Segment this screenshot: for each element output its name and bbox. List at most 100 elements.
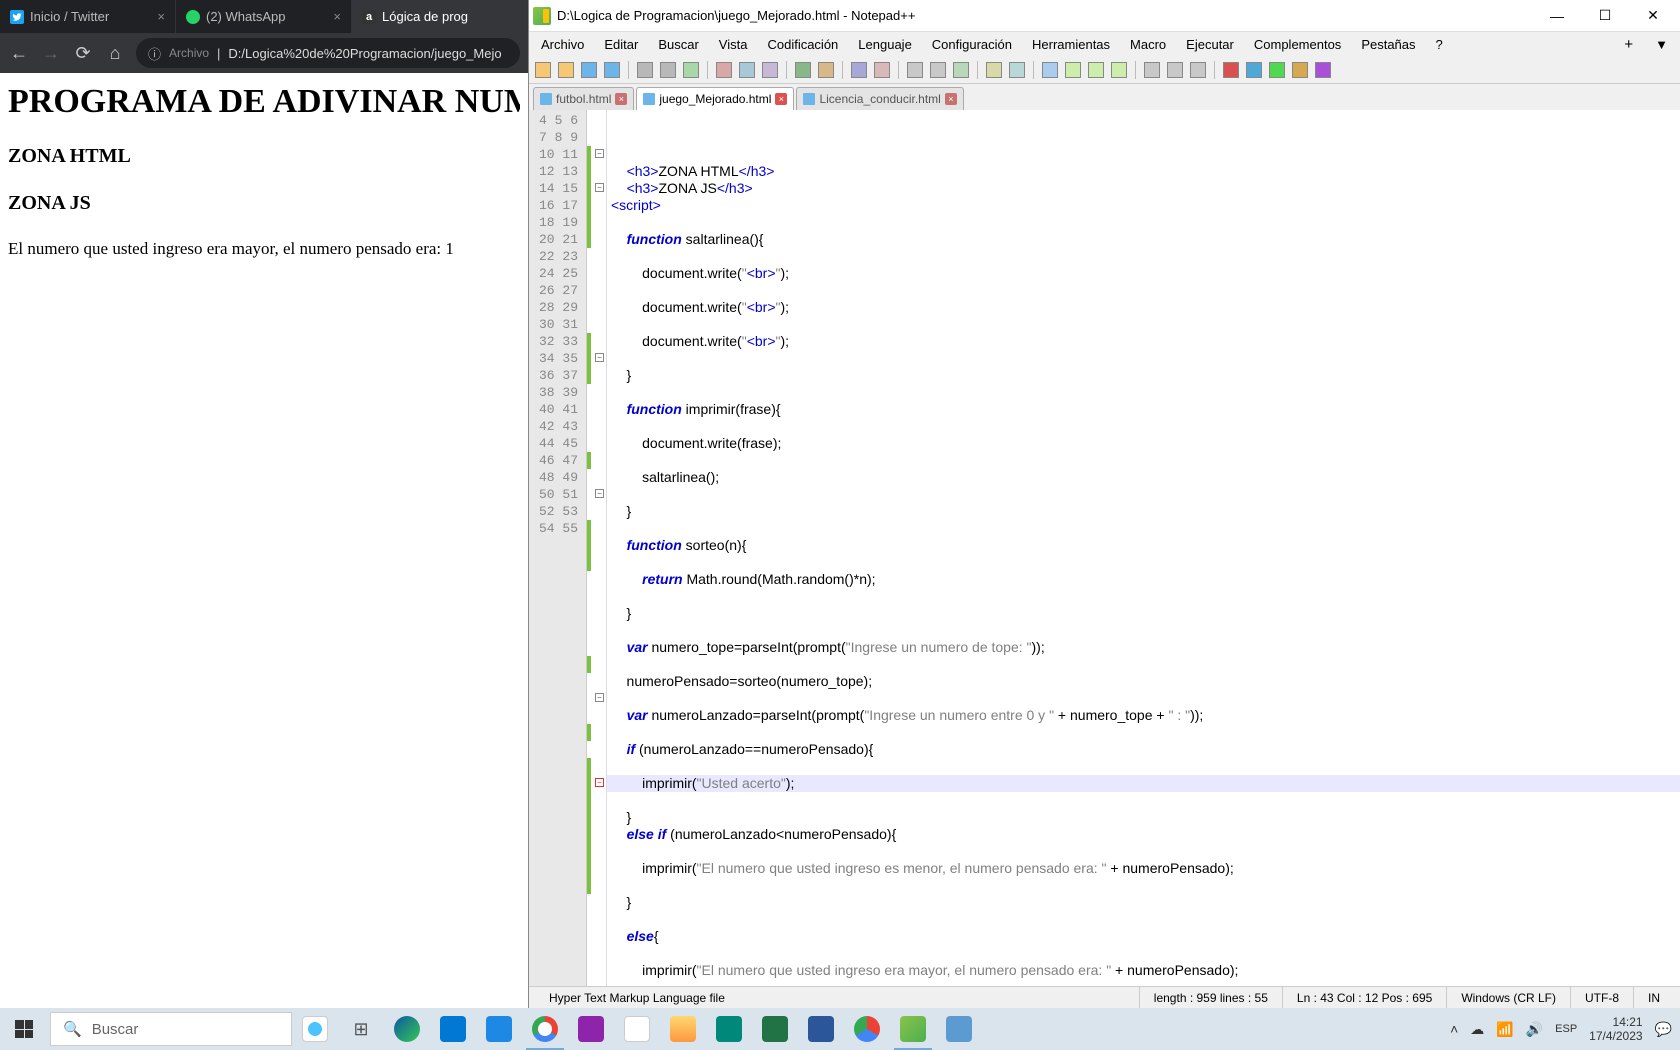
file-tab[interactable]: juego_Mejorado.html×	[636, 87, 794, 110]
toolbar-button-11[interactable]	[760, 60, 780, 80]
editor-area[interactable]: 4 5 6 7 8 9 10 11 12 13 14 15 16 17 18 1…	[529, 110, 1680, 986]
home-button[interactable]: ⌂	[104, 42, 126, 64]
volume-icon[interactable]: 🔊	[1526, 1021, 1543, 1038]
toolbar-button-19[interactable]	[905, 60, 925, 80]
address-bar[interactable]: ⓘ Archivo | D:/Logica%20de%20Programacio…	[136, 38, 520, 68]
fold-toggle[interactable]: −	[595, 489, 604, 498]
close-icon[interactable]: ×	[333, 9, 341, 24]
browser-tab-twitter[interactable]: Inicio / Twitter ×	[0, 0, 176, 33]
toolbar-button-33[interactable]	[1188, 60, 1208, 80]
toolbar-button-1[interactable]	[556, 60, 576, 80]
menu-codificación[interactable]: Codificación	[759, 35, 846, 54]
new-tab-button[interactable]: +	[1614, 34, 1643, 55]
fold-toggle[interactable]: −	[595, 183, 604, 192]
clock[interactable]: 14:21 17/4/2023	[1589, 1015, 1642, 1044]
menu-editar[interactable]: Editar	[596, 35, 646, 54]
start-button[interactable]	[0, 1008, 48, 1050]
back-button[interactable]: ←	[8, 42, 30, 64]
toolbar-button-35[interactable]	[1221, 60, 1241, 80]
toolbar-button-37[interactable]	[1267, 60, 1287, 80]
close-icon[interactable]: ×	[157, 9, 165, 24]
menu-ejecutar[interactable]: Ejecutar	[1178, 35, 1242, 54]
app-white[interactable]	[614, 1008, 660, 1050]
file-tab[interactable]: Licencia_conducir.html×	[796, 87, 963, 110]
toolbar-button-2[interactable]	[579, 60, 599, 80]
title-bar[interactable]: D:\Logica de Programacion\juego_Mejorado…	[529, 0, 1680, 32]
chrome-app-2[interactable]	[844, 1008, 890, 1050]
word-app[interactable]	[798, 1008, 844, 1050]
mail-app[interactable]	[430, 1008, 476, 1050]
search-icon: 🔍	[63, 1020, 82, 1038]
task-view-button[interactable]: ⊞	[338, 1008, 384, 1050]
toolbar-button-38[interactable]	[1290, 60, 1310, 80]
toolbar-button-29[interactable]	[1109, 60, 1129, 80]
toolbar-button-14[interactable]	[816, 60, 836, 80]
menu-?[interactable]: ?	[1428, 35, 1451, 54]
taskbar-search[interactable]: 🔍 Buscar	[50, 1012, 292, 1046]
toolbar-button-39[interactable]	[1313, 60, 1333, 80]
close-button[interactable]: ✕	[1630, 1, 1676, 31]
toolbar-button-32[interactable]	[1165, 60, 1185, 80]
toolbar-button-5[interactable]	[635, 60, 655, 80]
menu-lenguaje[interactable]: Lenguaje	[850, 35, 920, 54]
toolbar-button-23[interactable]	[984, 60, 1004, 80]
toolbar-button-24[interactable]	[1007, 60, 1027, 80]
toolbar-button-26[interactable]	[1040, 60, 1060, 80]
toolbar-button-7[interactable]	[681, 60, 701, 80]
toolbar-button-17[interactable]	[872, 60, 892, 80]
onedrive-icon[interactable]: ☁	[1470, 1021, 1484, 1038]
excel-app[interactable]	[752, 1008, 798, 1050]
notepadpp-app[interactable]	[890, 1008, 936, 1050]
toolbar-button-21[interactable]	[951, 60, 971, 80]
browser-tab-active[interactable]: a Lógica de prog	[352, 0, 528, 33]
maximize-button[interactable]: ☐	[1582, 1, 1628, 31]
toolbar-button-0[interactable]	[533, 60, 553, 80]
tab-overflow-button[interactable]: ▼	[1647, 35, 1676, 54]
toolbar-button-6[interactable]	[658, 60, 678, 80]
menu-macro[interactable]: Macro	[1122, 35, 1174, 54]
browser-tab-whatsapp[interactable]: (2) WhatsApp ×	[176, 0, 352, 33]
app-blue[interactable]	[936, 1008, 982, 1050]
close-icon[interactable]: ×	[615, 93, 627, 105]
toolbar-button-10[interactable]	[737, 60, 757, 80]
close-icon[interactable]: ×	[945, 93, 957, 105]
tray-up-icon[interactable]: ˄	[1450, 1021, 1458, 1037]
store-app[interactable]	[476, 1008, 522, 1050]
menu-buscar[interactable]: Buscar	[650, 35, 706, 54]
notifications-icon[interactable]: 💬	[1655, 1021, 1672, 1038]
explorer-app[interactable]	[660, 1008, 706, 1050]
menu-vista[interactable]: Vista	[711, 35, 756, 54]
toolbar-button-20[interactable]	[928, 60, 948, 80]
toolbar-button-9[interactable]	[714, 60, 734, 80]
file-tab[interactable]: futbol.html×	[533, 87, 634, 110]
menu-configuración[interactable]: Configuración	[924, 35, 1020, 54]
toolbar-button-28[interactable]	[1086, 60, 1106, 80]
toolbar-button-3[interactable]	[602, 60, 622, 80]
toolbar-button-16[interactable]	[849, 60, 869, 80]
cortana-button[interactable]	[292, 1008, 338, 1050]
status-insert-mode: IN	[1633, 987, 1674, 1008]
forward-button[interactable]: →	[40, 42, 62, 64]
edge-app[interactable]	[384, 1008, 430, 1050]
fold-toggle[interactable]: −	[595, 693, 604, 702]
menu-archivo[interactable]: Archivo	[533, 35, 592, 54]
minimize-button[interactable]: —	[1534, 1, 1580, 31]
reload-button[interactable]: ⟳	[72, 42, 94, 64]
app-teal[interactable]	[706, 1008, 752, 1050]
fold-toggle[interactable]: −	[595, 353, 604, 362]
fold-toggle[interactable]: −	[595, 149, 604, 158]
toolbar-button-13[interactable]	[793, 60, 813, 80]
app-purple[interactable]	[568, 1008, 614, 1050]
toolbar-button-36[interactable]	[1244, 60, 1264, 80]
language-icon[interactable]: ESP	[1555, 1023, 1577, 1035]
chrome-app[interactable]	[522, 1008, 568, 1050]
toolbar-button-27[interactable]	[1063, 60, 1083, 80]
menu-herramientas[interactable]: Herramientas	[1024, 35, 1118, 54]
close-icon[interactable]: ×	[775, 93, 787, 105]
wifi-icon[interactable]: 📶	[1496, 1021, 1513, 1038]
fold-toggle[interactable]: −	[595, 778, 604, 787]
code-editor[interactable]: <h3>ZONA HTML</h3> <h3>ZONA JS</h3><scri…	[607, 110, 1680, 986]
toolbar-button-31[interactable]	[1142, 60, 1162, 80]
menu-pestañas[interactable]: Pestañas	[1353, 35, 1423, 54]
menu-complementos[interactable]: Complementos	[1246, 35, 1349, 54]
